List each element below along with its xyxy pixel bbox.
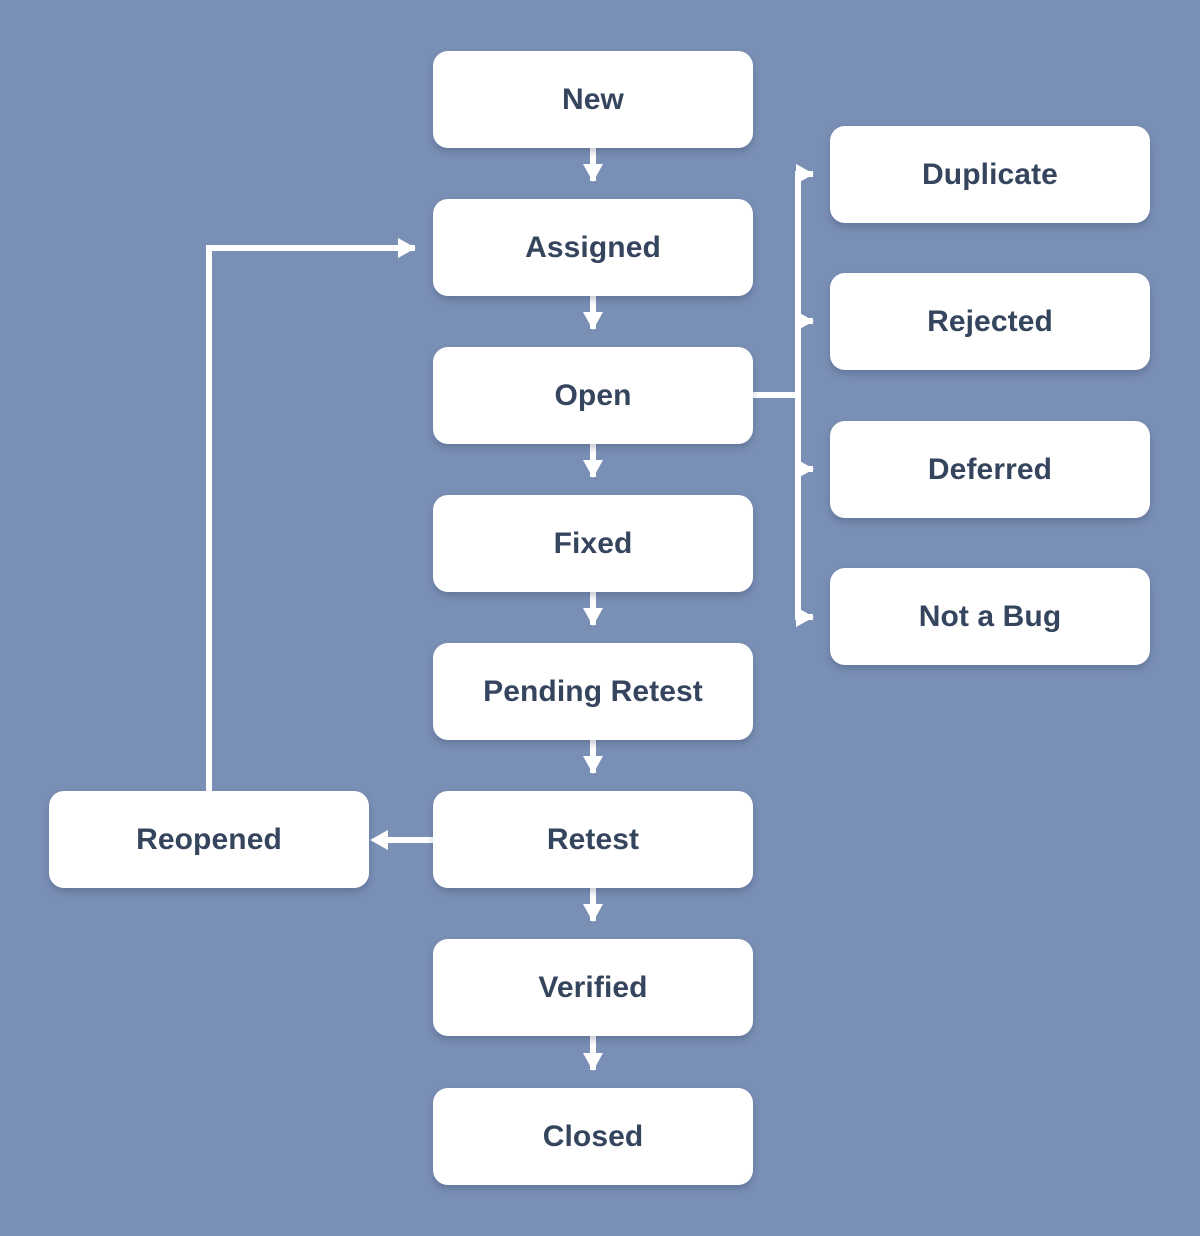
node-label-open: Open [554,378,632,412]
node-open[interactable]: Open [433,347,753,444]
node-pending-retest[interactable]: Pending Retest [433,643,753,740]
node-label-assigned: Assigned [525,230,661,264]
node-not-a-bug[interactable]: Not a Bug [830,568,1150,665]
edge-reopened-assigned [206,238,416,791]
node-label-verified: Verified [538,970,648,1004]
node-label-closed: Closed [542,1119,644,1153]
node-new[interactable]: New [433,51,753,148]
node-duplicate[interactable]: Duplicate [830,126,1150,223]
node-label-rejected: Rejected [927,304,1053,338]
node-label-reopened: Reopened [136,822,282,856]
node-assigned[interactable]: Assigned [433,199,753,296]
node-label-not-a-bug: Not a Bug [918,599,1062,633]
node-deferred[interactable]: Deferred [830,421,1150,518]
node-closed[interactable]: Closed [433,1088,753,1185]
bug-life-cycle-flowchart: New Assigned Open Fixed Pending Retest R… [0,0,1200,1236]
node-label-retest: Retest [546,822,640,856]
node-rejected[interactable]: Rejected [830,273,1150,370]
node-verified[interactable]: Verified [433,939,753,1036]
node-label-duplicate: Duplicate [922,157,1058,191]
node-fixed[interactable]: Fixed [433,495,753,592]
node-retest[interactable]: Retest [433,791,753,888]
node-label-pending-retest: Pending Retest [483,674,703,708]
node-label-new: New [562,82,624,116]
node-reopened[interactable]: Reopened [49,791,369,888]
node-label-fixed: Fixed [553,526,633,560]
node-label-deferred: Deferred [927,452,1053,486]
